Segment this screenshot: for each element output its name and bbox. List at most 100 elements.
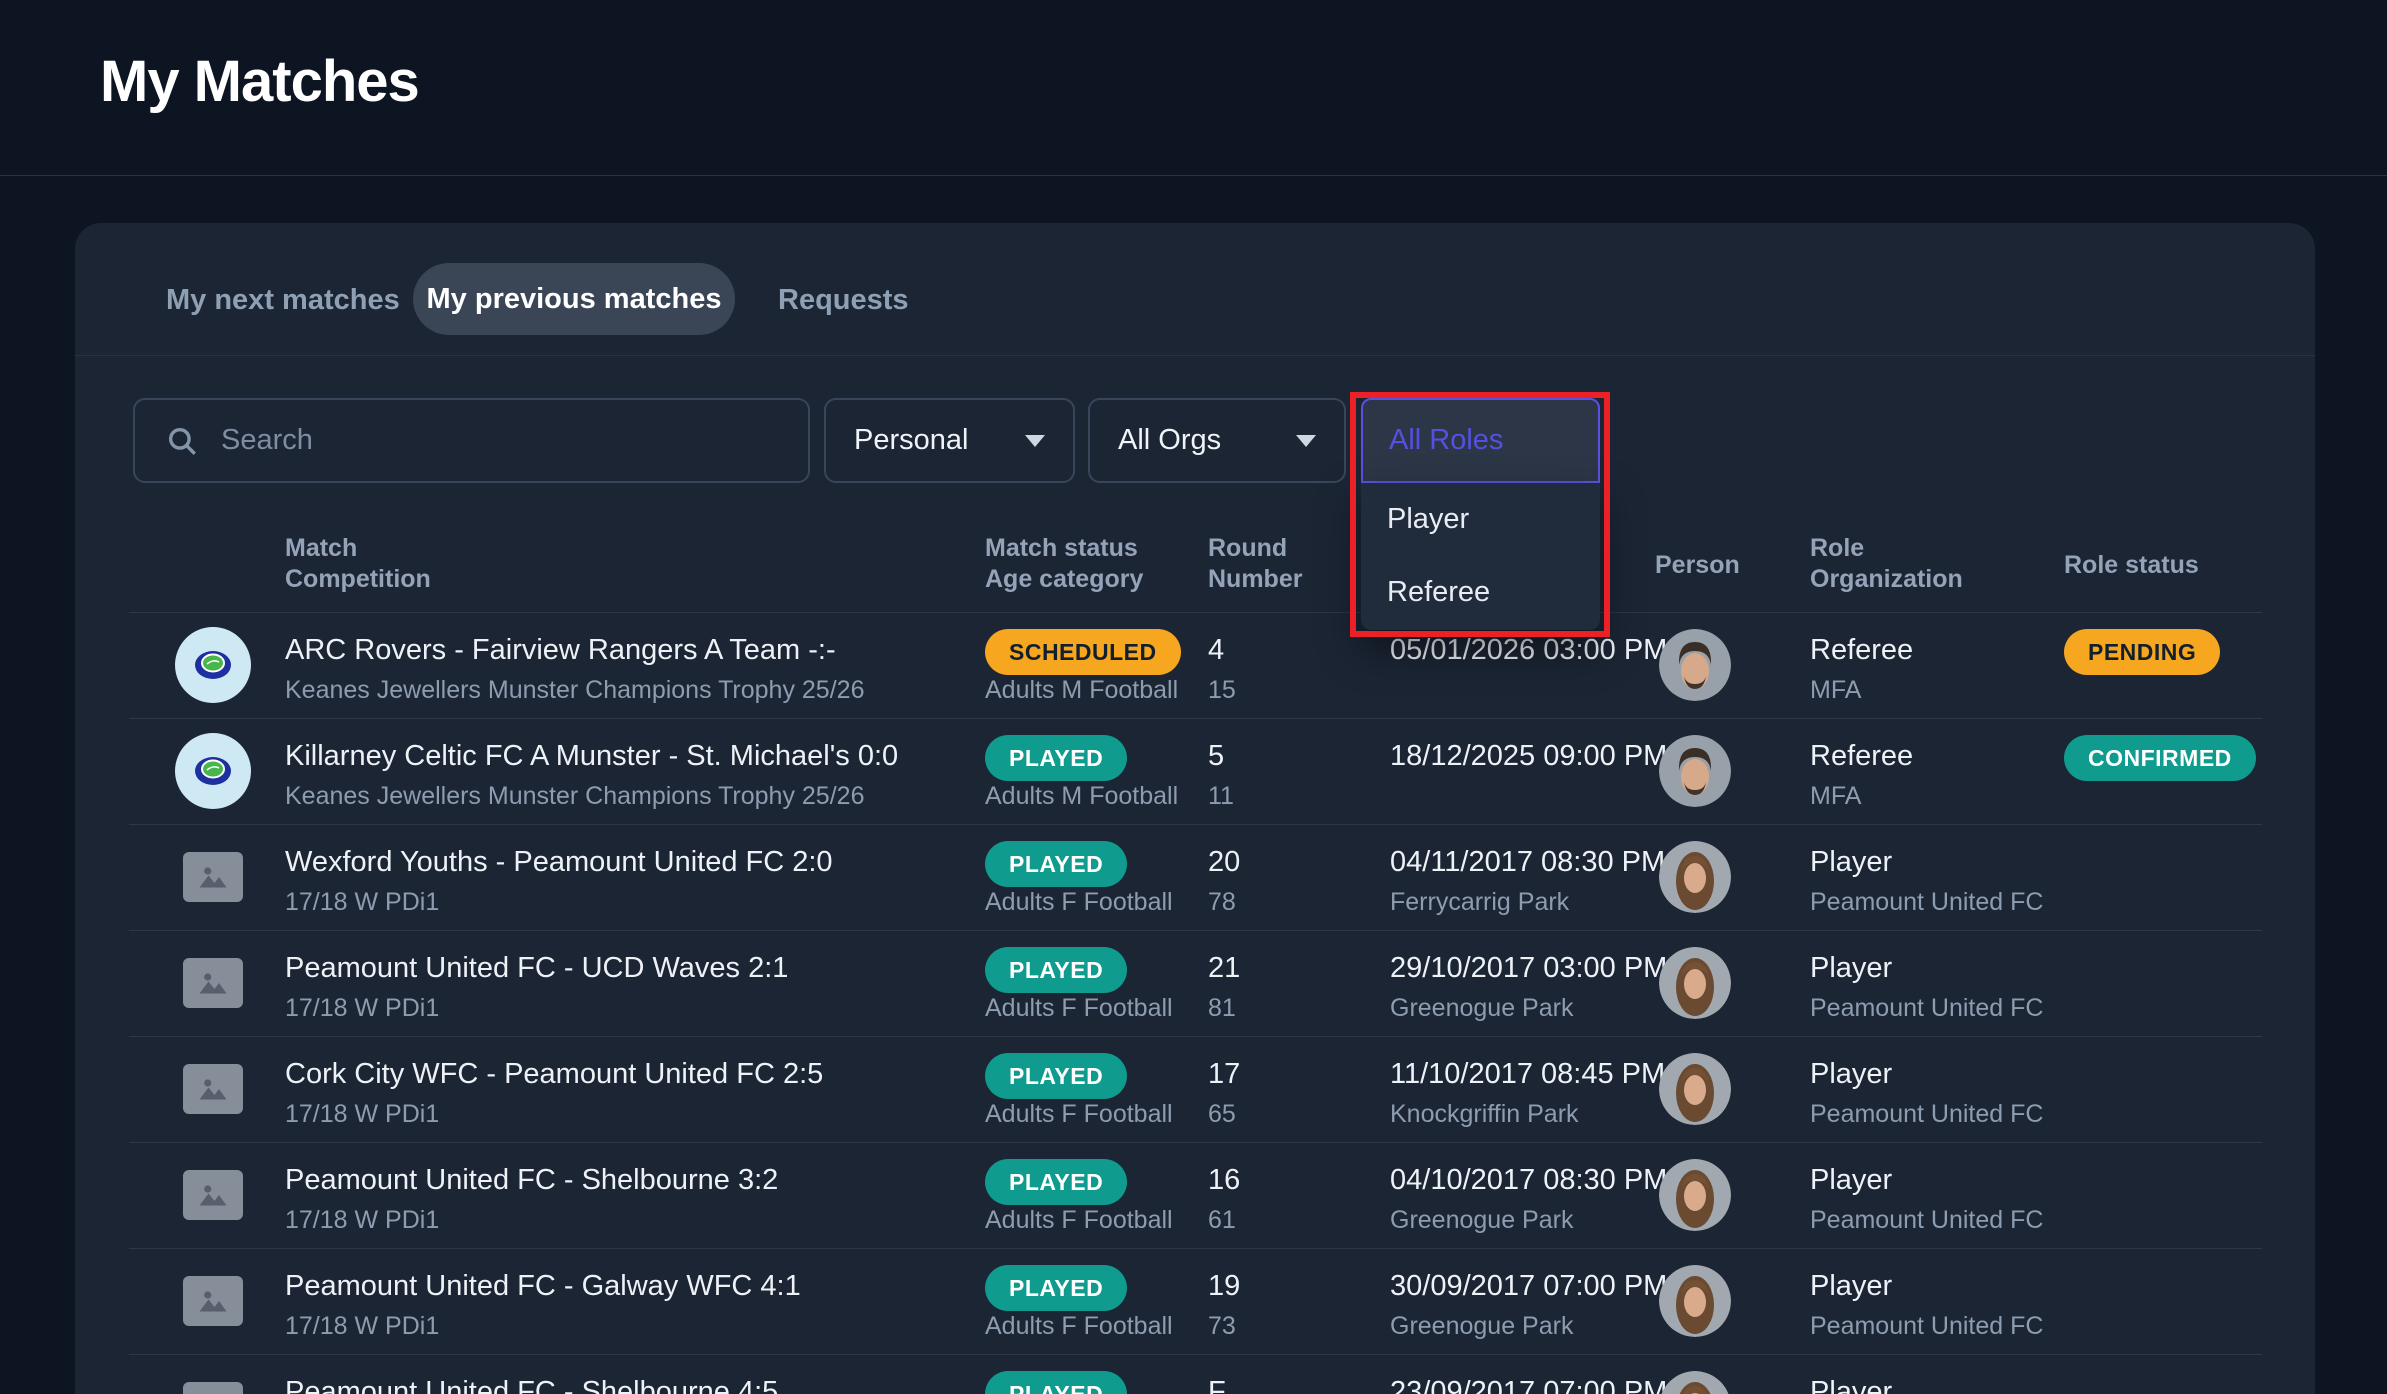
table-row[interactable]: Peamount United FC - UCD Waves 2:1 17/18… <box>129 930 2262 1036</box>
org-select-value: All Orgs <box>1118 424 1221 457</box>
role-option-player[interactable]: Player <box>1361 483 1600 556</box>
role-select-value: All Roles <box>1389 424 1503 457</box>
image-placeholder-icon <box>183 1382 243 1394</box>
match-number: 78 <box>1208 888 1236 917</box>
match-number: 11 <box>1208 782 1234 811</box>
table-row[interactable]: Killarney Celtic FC A Munster - St. Mich… <box>129 718 2262 824</box>
org-select[interactable]: All Orgs <box>1088 398 1346 483</box>
image-placeholder-icon <box>183 958 243 1008</box>
match-date: 23/09/2017 07:00 PM <box>1390 1376 1667 1394</box>
person-avatar <box>1659 735 1731 807</box>
role-organization: Peamount United FC <box>1810 1206 2043 1235</box>
role-select-menu: Player Referee <box>1361 483 1600 630</box>
role: Referee <box>1810 634 1913 667</box>
column-header-match-status: Match status Age category <box>985 533 1143 595</box>
tab-my-next-matches[interactable]: My next matches <box>166 269 400 332</box>
match-status-badge: PLAYED <box>985 1371 1127 1394</box>
tabs-divider <box>75 355 2315 356</box>
search-icon <box>165 424 199 458</box>
image-placeholder-icon <box>183 852 243 902</box>
person-avatar <box>1659 629 1731 701</box>
search-box[interactable] <box>133 398 810 483</box>
round: 16 <box>1208 1164 1240 1197</box>
context-select[interactable]: Personal <box>824 398 1075 483</box>
age-category: Adults M Football <box>985 782 1178 811</box>
column-header-role: Role Organization <box>1810 533 1963 595</box>
person-avatar <box>1659 1159 1731 1231</box>
role-option-referee[interactable]: Referee <box>1361 556 1600 629</box>
age-category: Adults M Football <box>985 676 1178 705</box>
tab-requests[interactable]: Requests <box>778 269 909 332</box>
match-title: Peamount United FC - Shelbourne 3:2 <box>285 1164 778 1197</box>
round: 19 <box>1208 1270 1240 1303</box>
age-category: Adults F Football <box>985 1206 1173 1235</box>
role: Player <box>1810 952 1892 985</box>
match-number: 15 <box>1208 676 1236 705</box>
tab-my-previous-matches[interactable]: My previous matches <box>413 263 735 335</box>
match-competition: 17/18 W PDi1 <box>285 888 439 917</box>
match-competition: 17/18 W PDi1 <box>285 994 439 1023</box>
match-title: Peamount United FC - Shelbourne 4:5 <box>285 1376 778 1394</box>
match-status-badge: PLAYED <box>985 1265 1127 1311</box>
table-row[interactable]: Peamount United FC - Shelbourne 4:5 PLAY… <box>129 1354 2262 1394</box>
role: Player <box>1810 1270 1892 1303</box>
match-competition: 17/18 W PDi1 <box>285 1206 439 1235</box>
role: Referee <box>1810 740 1913 773</box>
club-logo <box>175 733 251 809</box>
match-title: Cork City WFC - Peamount United FC 2:5 <box>285 1058 823 1091</box>
role: Player <box>1810 1164 1892 1197</box>
match-title: Peamount United FC - Galway WFC 4:1 <box>285 1270 801 1303</box>
role-select[interactable]: All Roles <box>1361 398 1600 483</box>
match-number: 73 <box>1208 1312 1236 1341</box>
my-matches-page: My Matches My next matches My previous m… <box>0 0 2387 1394</box>
match-date: 29/10/2017 03:00 PM <box>1390 952 1667 985</box>
table-row[interactable]: Peamount United FC - Galway WFC 4:1 17/1… <box>129 1248 2262 1354</box>
column-header-match: Match Competition <box>285 533 431 595</box>
role: Player <box>1810 846 1892 879</box>
matches-card: My next matches My previous matches Requ… <box>75 223 2315 1394</box>
match-status-badge: PLAYED <box>985 841 1127 887</box>
person-avatar <box>1659 947 1731 1019</box>
table-row[interactable]: Peamount United FC - Shelbourne 3:2 17/1… <box>129 1142 2262 1248</box>
match-status-badge: PLAYED <box>985 947 1127 993</box>
match-status-badge: PLAYED <box>985 1159 1127 1205</box>
role-organization: MFA <box>1810 782 1861 811</box>
image-placeholder-icon <box>183 1170 243 1220</box>
round: 20 <box>1208 846 1240 879</box>
table-row[interactable]: Cork City WFC - Peamount United FC 2:5 1… <box>129 1036 2262 1142</box>
match-competition: Keanes Jewellers Munster Champions Troph… <box>285 676 864 705</box>
chevron-down-icon <box>1296 435 1316 447</box>
venue: Greenogue Park <box>1390 1206 1573 1235</box>
match-status-badge: PLAYED <box>985 735 1127 781</box>
matches-table: ARC Rovers - Fairview Rangers A Team -:-… <box>129 612 2262 1394</box>
age-category: Adults F Football <box>985 994 1173 1023</box>
image-placeholder-icon <box>183 1276 243 1326</box>
column-header-round: Round Number <box>1208 533 1302 595</box>
search-input[interactable] <box>219 423 783 458</box>
role-organization: Peamount United FC <box>1810 1100 2043 1129</box>
role: Player <box>1810 1058 1892 1091</box>
round: 17 <box>1208 1058 1240 1091</box>
match-title: Killarney Celtic FC A Munster - St. Mich… <box>285 740 898 773</box>
table-row[interactable]: Wexford Youths - Peamount United FC 2:0 … <box>129 824 2262 930</box>
role-status-badge: PENDING <box>2064 629 2220 675</box>
match-date: 04/10/2017 08:30 PM <box>1390 1164 1667 1197</box>
venue: Knockgriffin Park <box>1390 1100 1579 1129</box>
top-bar: My Matches <box>0 0 2387 176</box>
role-status-badge: CONFIRMED <box>2064 735 2256 781</box>
page-title: My Matches <box>100 48 419 115</box>
match-date: 05/01/2026 03:00 PM <box>1390 634 1667 667</box>
role-organization: Peamount United FC <box>1810 1312 2043 1341</box>
image-placeholder-icon <box>183 1064 243 1114</box>
match-title: Wexford Youths - Peamount United FC 2:0 <box>285 846 833 879</box>
table-row[interactable]: ARC Rovers - Fairview Rangers A Team -:-… <box>129 612 2262 718</box>
match-number: 61 <box>1208 1206 1236 1235</box>
match-date: 04/11/2017 08:30 PM <box>1390 846 1665 879</box>
match-status-badge: PLAYED <box>985 1053 1127 1099</box>
match-date: 18/12/2025 09:00 PM <box>1390 740 1667 773</box>
chevron-down-icon <box>1025 435 1045 447</box>
match-date: 30/09/2017 07:00 PM <box>1390 1270 1667 1303</box>
round: 5 <box>1208 740 1224 773</box>
person-avatar <box>1659 841 1731 913</box>
match-title: Peamount United FC - UCD Waves 2:1 <box>285 952 788 985</box>
